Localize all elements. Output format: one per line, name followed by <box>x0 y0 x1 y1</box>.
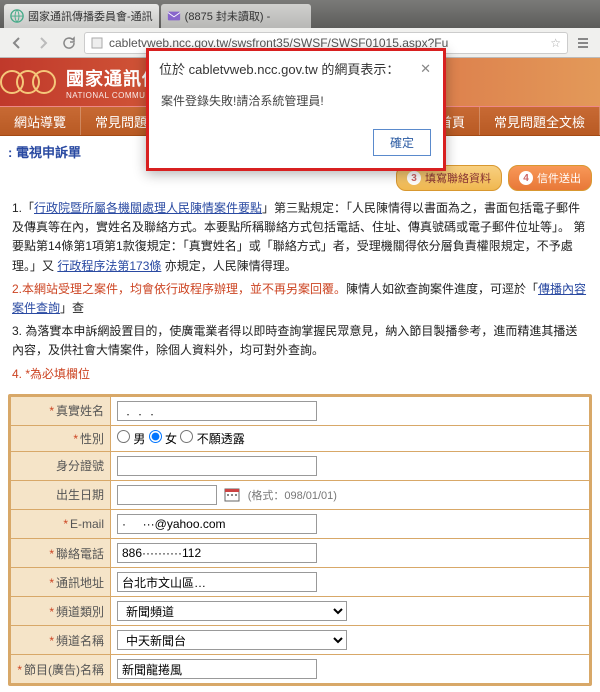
chname-select[interactable]: 中天新聞台 <box>117 630 347 650</box>
hamburger-icon <box>576 36 590 50</box>
addr-input[interactable] <box>117 572 317 592</box>
alert-dialog: 位於 cabletvweb.ncc.gov.tw 的網頁表示： ✕ 案件登錄失敗… <box>146 48 446 171</box>
label-chname: *頻道名稱 <box>11 626 111 655</box>
birth-input[interactable] <box>117 485 217 505</box>
instructions: 1.「行政院暨所屬各機關處理人民陳情案件要點」第三點規定：「人民陳情得以書面為之… <box>12 199 588 384</box>
gender-male[interactable]: 男 <box>117 432 145 446</box>
phone-input[interactable] <box>117 543 317 563</box>
gender-none[interactable]: 不願透露 <box>180 432 244 446</box>
step-4: 4信件送出 <box>508 165 592 191</box>
label-phone: *聯絡電話 <box>11 539 111 568</box>
reload-button[interactable] <box>58 32 80 54</box>
tab-label: (8875 封未讀取) - <box>185 8 305 24</box>
prog-input[interactable] <box>117 659 317 679</box>
calendar-icon[interactable] <box>224 486 240 505</box>
menu-button[interactable] <box>572 32 594 54</box>
gender-female[interactable]: 女 <box>149 432 177 446</box>
star-icon[interactable]: ☆ <box>550 36 561 50</box>
label-idnum: 身分證號 <box>11 451 111 480</box>
browser-tab-strip: 國家通訊傳播委員會-通訊 (8875 封未讀取) - <box>0 0 600 28</box>
idnum-input[interactable] <box>117 456 317 476</box>
name-input[interactable] <box>117 401 317 421</box>
forward-button[interactable] <box>32 32 54 54</box>
reload-icon <box>62 36 76 50</box>
dialog-title: 位於 cabletvweb.ncc.gov.tw 的網頁表示： <box>159 59 399 78</box>
birth-hint: (格式：098/01/01) <box>248 490 337 502</box>
nav-item-sitemap[interactable]: 網站導覽 <box>0 107 81 135</box>
browser-tab-inactive[interactable]: (8875 封未讀取) - <box>161 4 311 28</box>
mail-icon <box>167 9 181 23</box>
chevron-left-icon <box>10 36 24 50</box>
chevron-right-icon <box>36 36 50 50</box>
label-name: *真實姓名 <box>11 396 111 425</box>
link-rules[interactable]: 行政院暨所屬各機關處理人民陳情案件要點 <box>34 201 262 215</box>
dialog-message: 案件登錄失敗!請洽系統管理員! <box>149 86 443 121</box>
tab-label: 國家通訊傳播委員會-通訊 <box>28 8 153 24</box>
nav-item-faq-search[interactable]: 常見問題全文檢 <box>480 107 600 135</box>
browser-tab-active[interactable]: 國家通訊傳播委員會-通訊 <box>4 4 159 28</box>
link-law173[interactable]: 行政程序法第173條 <box>57 259 161 273</box>
chtype-select[interactable]: 新聞頻道 <box>117 601 347 621</box>
ok-button[interactable]: 確定 <box>373 129 431 156</box>
label-prog: *節目(廣告)名稱 <box>11 655 111 684</box>
email-input[interactable] <box>117 514 317 534</box>
label-birth: 出生日期 <box>11 480 111 509</box>
label-email: *E-mail <box>11 510 111 539</box>
globe-icon <box>10 9 24 23</box>
close-icon[interactable]: ✕ <box>418 61 433 77</box>
page-icon <box>91 37 103 49</box>
logo-icon <box>8 70 56 94</box>
label-gender: *性別 <box>11 425 111 451</box>
label-chtype: *頻道類別 <box>11 597 111 626</box>
complaint-form: *真實姓名 *性別 男 女 不願透露 身分證號 出生日期 <box>8 394 592 686</box>
label-addr: *通訊地址 <box>11 568 111 597</box>
back-button[interactable] <box>6 32 28 54</box>
